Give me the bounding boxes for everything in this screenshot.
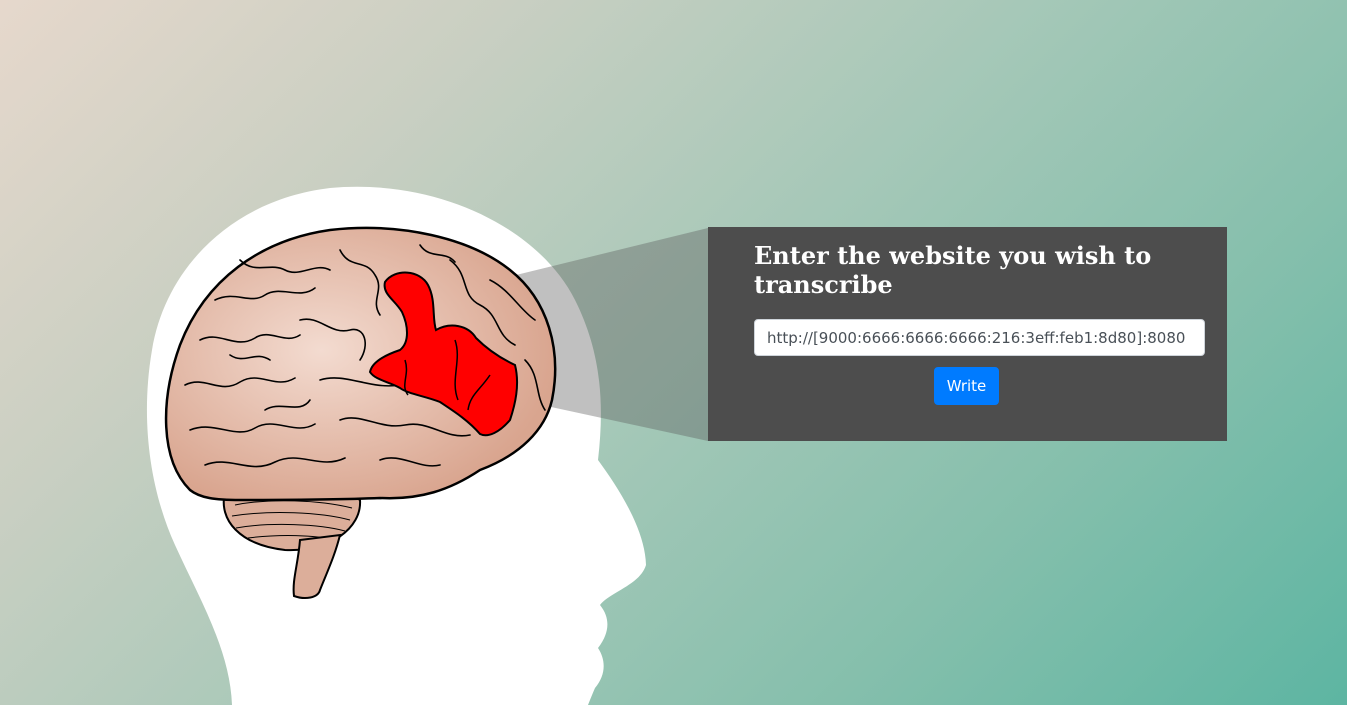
panel-title: Enter the website you wish to transcribe	[754, 241, 1152, 299]
write-button[interactable]: Write	[934, 367, 999, 405]
transcribe-panel: Enter the website you wish to transcribe…	[708, 227, 1227, 441]
website-url-input[interactable]	[754, 319, 1205, 356]
